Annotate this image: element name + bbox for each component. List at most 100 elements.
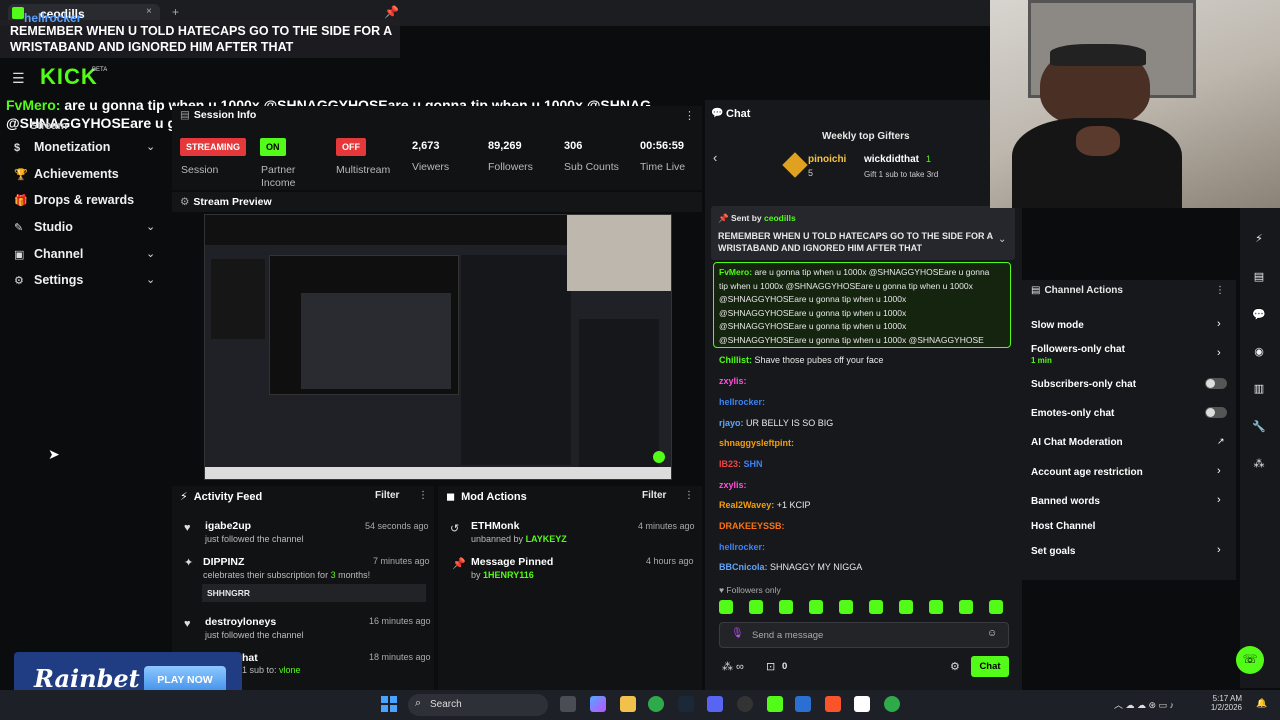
followers-label: Followers <box>488 161 533 173</box>
powershell-icon[interactable] <box>795 696 811 712</box>
feed-name[interactable]: destroyloneys <box>205 616 276 628</box>
chevron-left-icon[interactable]: ‹ <box>713 150 717 165</box>
feed-sub: just followed the channel <box>205 534 304 544</box>
taskbar-search[interactable]: Search <box>408 694 548 716</box>
chevron-right-icon[interactable]: › <box>1217 318 1221 330</box>
scroll-user: FvMero: <box>6 97 61 113</box>
task-view-icon[interactable] <box>560 696 576 712</box>
host-channel-item[interactable]: Host Channel <box>1031 521 1095 532</box>
activity-filter-button[interactable]: Filter <box>375 490 399 501</box>
notepad-icon[interactable] <box>854 696 870 712</box>
sidebar-item-monetization[interactable]: $ Monetization <box>14 140 110 154</box>
chevron-right-icon[interactable]: › <box>1217 347 1221 359</box>
set-goals-item[interactable]: Set goals <box>1031 546 1075 557</box>
chat-title: Chat <box>726 108 751 120</box>
ai-moderation-item[interactable]: AI Chat Moderation <box>1031 437 1123 448</box>
steam-icon[interactable] <box>678 696 694 712</box>
lightning-icon[interactable]: ⚡ <box>1250 232 1268 250</box>
sidebar-item-studio[interactable]: ✎ Studio <box>14 220 73 234</box>
copilot-icon[interactable] <box>590 696 606 712</box>
chevron-right-icon[interactable]: › <box>1217 465 1221 477</box>
windows-start-icon[interactable] <box>381 696 397 712</box>
brave-icon[interactable] <box>825 696 841 712</box>
sidebar-item-settings[interactable]: ⚙ Settings <box>14 273 83 287</box>
chevron-down-icon[interactable]: ⌄ <box>146 140 155 153</box>
mod-filter-button[interactable]: Filter <box>642 490 666 501</box>
subs-label: Sub Counts <box>564 161 619 173</box>
followers-value: 89,269 <box>488 140 522 152</box>
kick-app-icon[interactable] <box>767 696 783 712</box>
sidebar-item-channel[interactable]: ▣ Channel <box>14 247 83 261</box>
menu-icon[interactable]: ☰ <box>12 70 25 87</box>
feed-name[interactable]: hat <box>242 652 258 664</box>
dashboard-sidebar: Stream $ Monetization ⌄ 🏆 Achievements 🎁 Dr… <box>0 120 170 652</box>
chat-icon[interactable]: 💬 <box>1250 308 1268 326</box>
feed-sub: just followed the channel <box>205 630 304 640</box>
top-gifter-1[interactable]: pinoichi <box>808 154 846 165</box>
chevron-down-icon[interactable]: ⌄ <box>998 234 1006 245</box>
top-gifter-2[interactable]: wickdidthat <box>864 154 919 165</box>
subscribers-only-item[interactable]: Subscribers-only chat <box>1031 379 1136 390</box>
feed-sub: 1 sub to: vlone <box>242 665 301 675</box>
kick-logo[interactable]: KICK <box>40 64 98 90</box>
chevron-down-icon[interactable]: ⌄ <box>146 273 155 286</box>
chat-message: hellrocker: <box>719 542 766 552</box>
layout-icon[interactable]: ▥ <box>1250 382 1268 400</box>
dots-icon[interactable]: ⁂ <box>1250 457 1268 475</box>
discord-icon[interactable] <box>707 696 723 712</box>
chrome-icon[interactable] <box>648 696 664 712</box>
more-icon[interactable]: ⋮ <box>1215 285 1225 296</box>
chevron-down-icon[interactable]: ⌄ <box>146 247 155 260</box>
document-icon[interactable]: ▤ <box>1250 270 1268 288</box>
followers-only-label: ♥ Followers only <box>719 585 781 595</box>
more-icon[interactable]: ⋮ <box>418 490 428 501</box>
subscribers-only-toggle[interactable] <box>1205 378 1227 389</box>
wrench-icon[interactable]: 🔧 <box>1250 420 1268 438</box>
support-icon[interactable]: ☏ <box>1236 646 1264 674</box>
emotes-only-item[interactable]: Emotes-only chat <box>1031 408 1114 419</box>
tab-close-icon[interactable]: × <box>146 6 152 17</box>
chevron-right-icon[interactable]: › <box>1217 544 1221 556</box>
stream-preview-video[interactable] <box>204 214 672 480</box>
more-icon[interactable]: ⋮ <box>684 490 694 501</box>
obs-icon[interactable] <box>737 696 753 712</box>
banned-words-item[interactable]: Banned words <box>1031 496 1100 507</box>
system-tray-icons[interactable]: ︿ ☁ ☁ ⊛ ▭ ♪ <box>1114 698 1174 711</box>
external-link-icon[interactable]: ↗ <box>1217 436 1225 447</box>
mod-time: 4 hours ago <box>646 556 694 566</box>
new-tab-button[interactable]: + <box>172 5 179 19</box>
mod-time: 4 minutes ago <box>638 521 695 531</box>
chrome-icon[interactable] <box>884 696 900 712</box>
points-icon[interactable]: ⁂ ∞ <box>722 660 744 673</box>
account-age-item[interactable]: Account age restriction <box>1031 467 1143 478</box>
chat-settings-icon[interactable]: ⚙ <box>950 660 960 673</box>
top-gifter-2-count: 1 <box>926 154 932 164</box>
mod-name[interactable]: ETHMonk <box>471 520 519 532</box>
feed-name[interactable]: DIPPINZ <box>203 556 244 568</box>
file-explorer-icon[interactable] <box>620 696 636 712</box>
mic-icon[interactable]: 🎙 <box>731 628 744 639</box>
followers-only-item[interactable]: Followers-only chat <box>1031 344 1125 355</box>
mod-name[interactable]: Message Pinned <box>471 556 553 568</box>
chat-message: IB23: SHN <box>719 459 763 469</box>
sidebar-item-achievements[interactable]: 🏆 Achievements <box>14 167 119 181</box>
slow-mode-item[interactable]: Slow mode <box>1031 320 1084 331</box>
sidebar-stream[interactable]: Stream <box>30 120 67 132</box>
session-info-title: ▤ Session Info <box>180 109 257 121</box>
more-icon[interactable]: ⋮ <box>684 109 695 122</box>
mod-actions-panel <box>438 486 702 690</box>
viewers-value: 2,673 <box>412 140 440 152</box>
clock[interactable]: 5:17 AM 1/2/2026 <box>1208 694 1242 712</box>
chat-send-button[interactable]: Chat <box>971 656 1009 677</box>
broadcast-icon[interactable]: ◉ <box>1250 345 1268 363</box>
sidebar-item-drops[interactable]: 🎁 Drops & rewards <box>14 193 134 207</box>
chevron-down-icon[interactable]: ⌄ <box>146 220 155 233</box>
gift-icon[interactable]: ⊡ <box>766 660 775 673</box>
emotes-only-toggle[interactable] <box>1205 407 1227 418</box>
notification-bell-icon[interactable]: 🔔 <box>1256 698 1267 709</box>
emoji-icon[interactable]: ☺ <box>987 628 997 639</box>
gifters-title: Weekly top Gifters <box>822 131 910 142</box>
chevron-right-icon[interactable]: › <box>1217 494 1221 506</box>
feed-name[interactable]: igabe2up <box>205 520 251 532</box>
chat-message: Chillist: Shave those pubes off your fac… <box>719 355 884 365</box>
